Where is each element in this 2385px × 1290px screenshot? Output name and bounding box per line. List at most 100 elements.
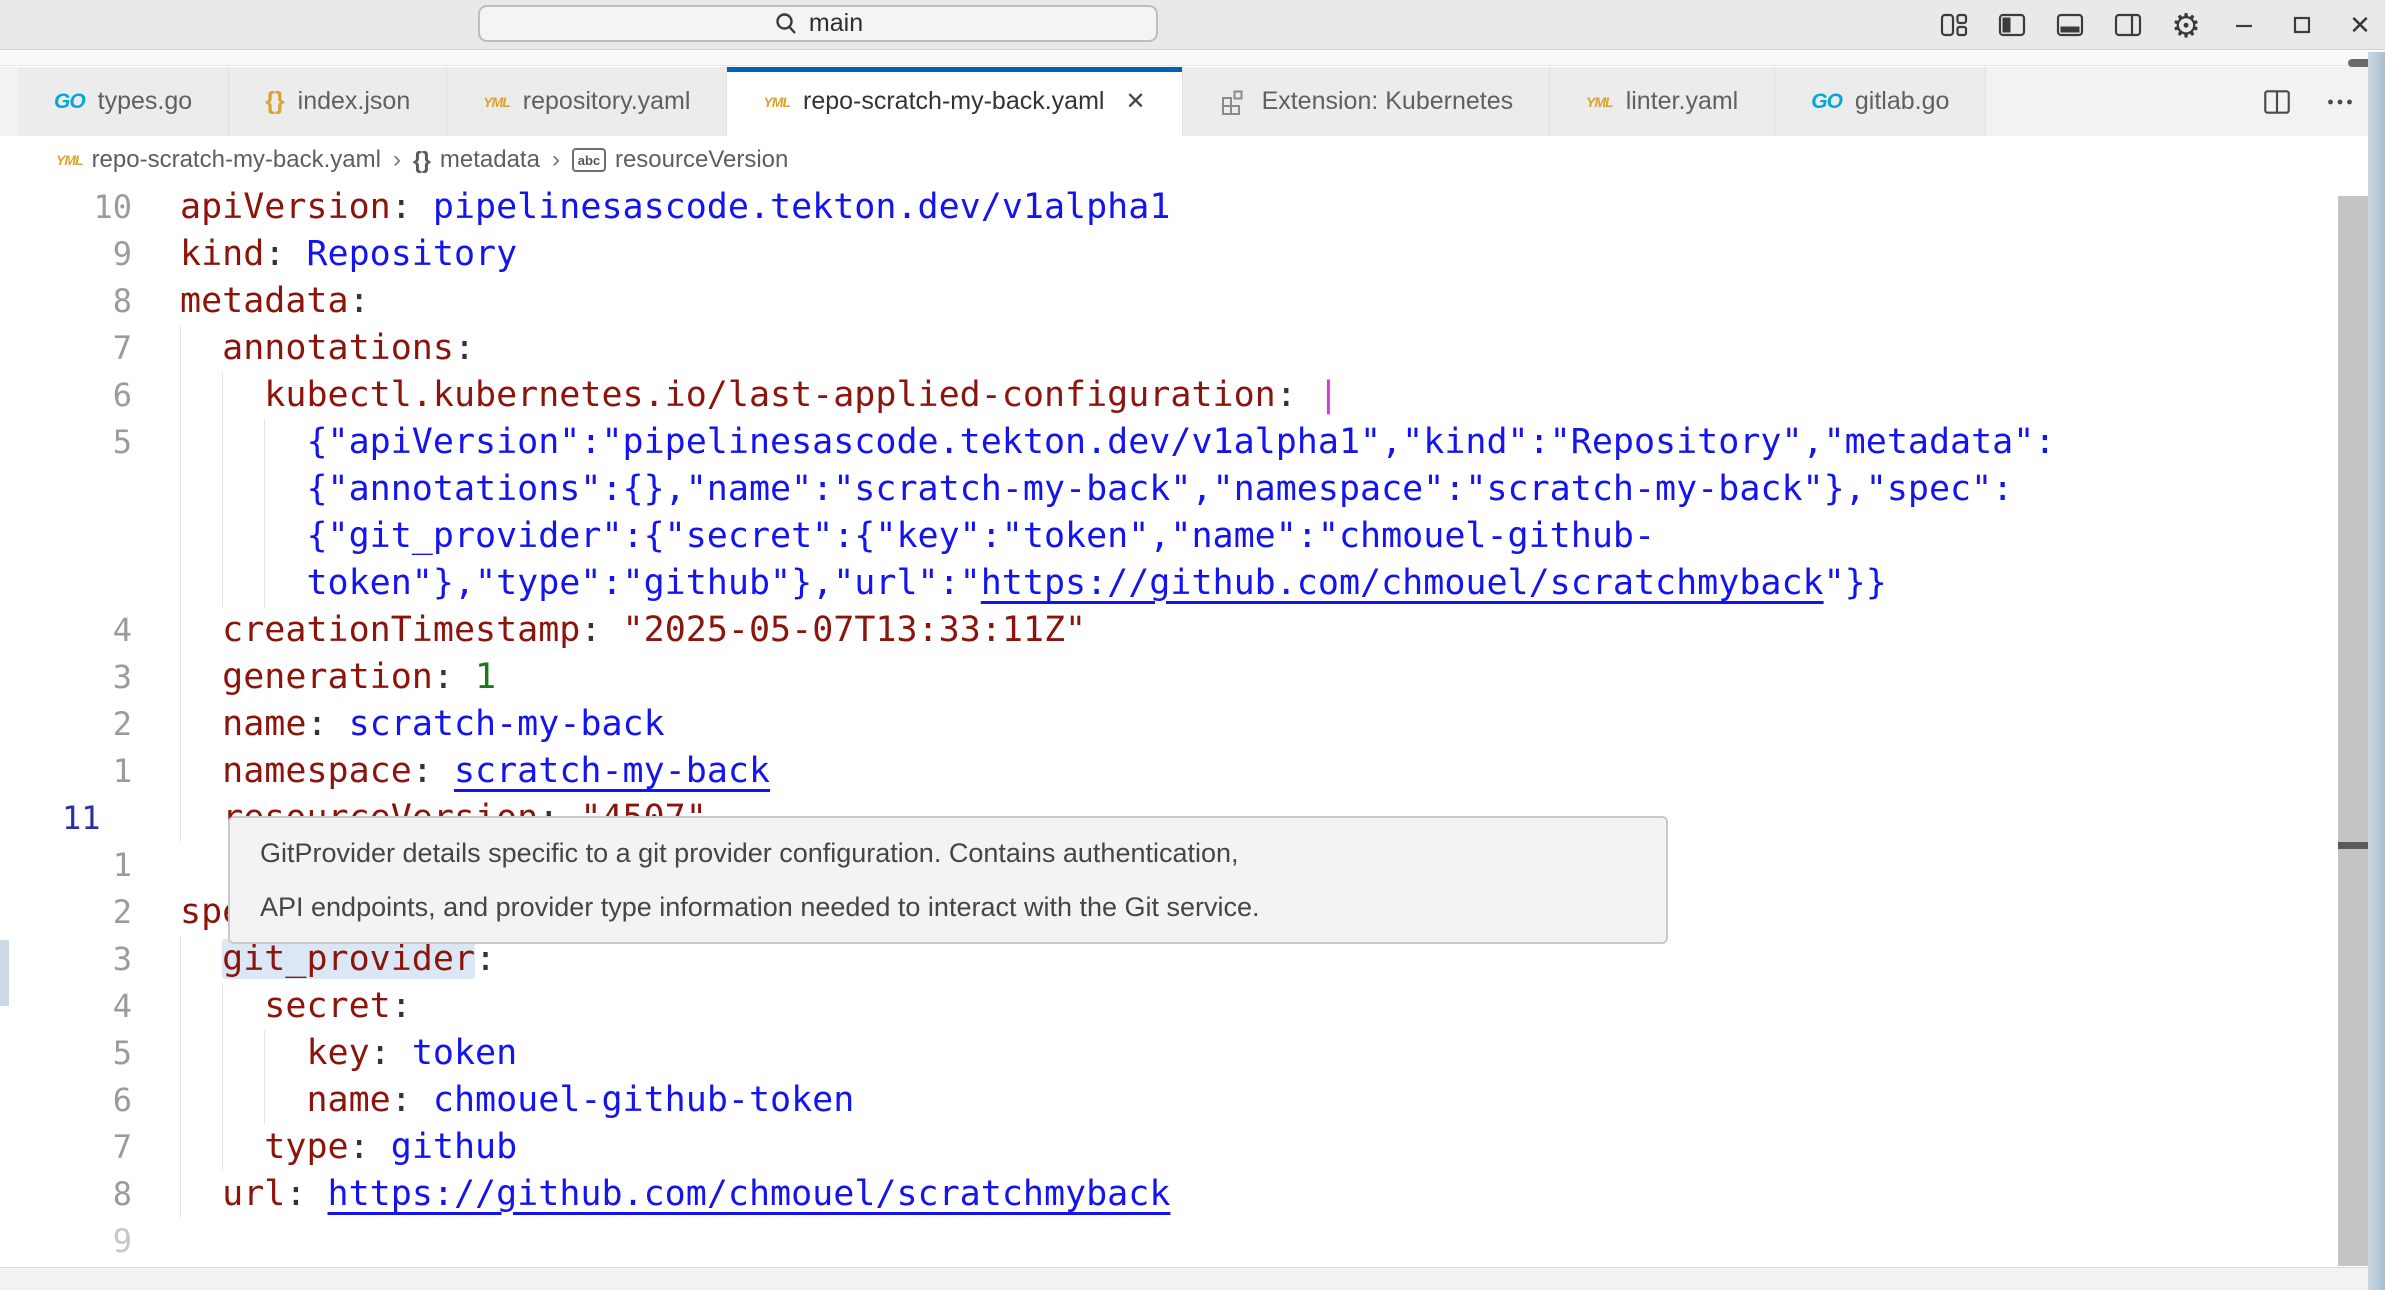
minimize-icon[interactable]	[2227, 5, 2261, 45]
code-line[interactable]: 2 name: scratch-my-back	[0, 701, 2330, 748]
indent-guide	[180, 983, 181, 1030]
code-text: metadata:	[180, 278, 2330, 325]
indent-guide	[180, 513, 181, 560]
line-number: 3	[0, 654, 132, 701]
code-line[interactable]: 7 annotations:	[0, 325, 2330, 372]
code-token: {"git_provider":{"secret":{"key":"token"…	[306, 516, 1655, 556]
more-actions-icon[interactable]	[2323, 87, 2357, 117]
string-symbol-icon: abc	[572, 148, 606, 172]
code-area[interactable]: GitProvider details specific to a git pr…	[0, 184, 2368, 1290]
code-token: pipelinesascode.tekton.dev/v1alpha1	[433, 187, 1171, 227]
indent-guide	[264, 560, 265, 607]
indent-guide	[180, 1124, 181, 1171]
code-token: :	[391, 187, 433, 227]
code-link[interactable]: https://github.com/chmouel/scratchmyback	[981, 563, 1824, 603]
code-line[interactable]: 4 creationTimestamp: "2025-05-07T13:33:1…	[0, 607, 2330, 654]
line-number: 6	[0, 1077, 132, 1124]
code-line[interactable]: {"annotations":{},"name":"scratch-my-bac…	[0, 466, 2330, 513]
line-number: 7	[0, 1124, 132, 1171]
maximize-icon[interactable]	[2285, 5, 2319, 45]
tab-label: repository.yaml	[523, 87, 691, 116]
code-token: git_provider	[222, 939, 475, 979]
code-line[interactable]: 1 namespace: scratch-my-back	[0, 748, 2330, 795]
tab-bar: GO types.go {} index.json YML repository.yaml…	[0, 67, 2385, 136]
indent-guide	[264, 1030, 265, 1077]
line-number: 1	[0, 748, 132, 795]
tab-label: index.json	[298, 87, 411, 116]
go-file-icon: GO	[54, 91, 85, 112]
editor-actions	[2261, 67, 2385, 136]
code-token: github	[391, 1127, 517, 1167]
tab-repo-scratch-my-back.yaml[interactable]: YMLrepo-scratch-my-back.yaml✕	[727, 67, 1182, 136]
code-line[interactable]: token"},"type":"github"},"url":"https://…	[0, 560, 2330, 607]
code-line[interactable]: 9	[0, 1218, 2330, 1265]
code-token	[180, 1174, 222, 1214]
code-text: creationTimestamp: "2025-05-07T13:33:11Z…	[180, 607, 2330, 654]
command-center-search[interactable]: main	[478, 5, 1158, 42]
code-line[interactable]: {"git_provider":{"secret":{"key":"token"…	[0, 513, 2330, 560]
code-link[interactable]: scratch-my-back	[454, 751, 770, 791]
code-line[interactable]: 3 generation: 1	[0, 654, 2330, 701]
customize-layout-icon[interactable]	[1937, 5, 1971, 45]
tab-label: types.go	[98, 87, 193, 116]
code-token: apiVersion	[180, 187, 391, 227]
indent-guide	[222, 419, 223, 466]
toggle-primary-sidebar-icon[interactable]	[1995, 5, 2029, 45]
hover-tooltip-line1: GitProvider details specific to a git pr…	[260, 826, 1636, 880]
breadcrumb-item[interactable]: YMLrepo-scratch-my-back.yaml	[56, 146, 381, 174]
code-line[interactable]: 9kind: Repository	[0, 231, 2330, 278]
titlebar-lower-band	[0, 51, 2385, 66]
code-line[interactable]: 6 name: chmouel-github-token	[0, 1077, 2330, 1124]
indent-guide	[180, 419, 181, 466]
breadcrumb-separator: ›	[552, 146, 560, 174]
indent-guide	[222, 1077, 223, 1124]
yaml-file-icon: YML	[483, 95, 510, 109]
window-controls: ⚙ ✕	[1937, 0, 2377, 50]
toggle-secondary-sidebar-icon[interactable]	[2111, 5, 2145, 45]
indent-guide	[222, 513, 223, 560]
json-file-icon: {}	[265, 89, 284, 114]
indent-guide	[180, 1030, 181, 1077]
code-line[interactable]: 6 kubectl.kubernetes.io/last-applied-con…	[0, 372, 2330, 419]
search-icon	[773, 11, 799, 37]
code-line[interactable]: 10apiVersion: pipelinesascode.tekton.dev…	[0, 184, 2330, 231]
code-line[interactable]: 4 secret:	[0, 983, 2330, 1030]
indent-guide	[180, 701, 181, 748]
breadcrumb-item[interactable]: {}metadata	[413, 146, 540, 174]
toggle-panel-icon[interactable]	[2053, 5, 2087, 45]
code-line[interactable]: 8metadata:	[0, 278, 2330, 325]
indent-guide	[180, 1077, 181, 1124]
code-line[interactable]: 5 key: token	[0, 1030, 2330, 1077]
code-token: metadata	[180, 281, 349, 321]
code-token: "2025-05-07T13:33:11Z"	[623, 610, 1087, 650]
code-line[interactable]: 8 url: https://github.com/chmouel/scratc…	[0, 1171, 2330, 1218]
code-line[interactable]: 7 type: github	[0, 1124, 2330, 1171]
code-token: 1	[475, 657, 496, 697]
tab-repository.yaml[interactable]: YML repository.yaml	[447, 67, 727, 136]
gear-icon[interactable]: ⚙	[2169, 5, 2203, 45]
tab-index.json[interactable]: {} index.json	[229, 67, 447, 136]
breadcrumb-item[interactable]: abcresourceVersion	[572, 146, 788, 174]
code-token: annotations	[222, 328, 454, 368]
code-token: kubectl.kubernetes.io/last-applied-confi…	[264, 375, 1275, 415]
line-number: 2	[0, 701, 132, 748]
tab-gitlab.go[interactable]: GOgitlab.go	[1775, 67, 1986, 136]
code-link[interactable]: https://github.com/chmouel/scratchmyback	[328, 1174, 1171, 1214]
code-line[interactable]: 5 {"apiVersion":"pipelinesascode.tekton.…	[0, 419, 2330, 466]
code-token: {"annotations":{},"name":"scratch-my-bac…	[306, 469, 2013, 509]
tab-close-icon[interactable]: ✕	[1125, 87, 1145, 116]
split-editor-icon[interactable]	[2261, 86, 2293, 118]
hover-tooltip: GitProvider details specific to a git pr…	[228, 816, 1668, 944]
indent-guide	[180, 372, 181, 419]
vertical-scrollbar-thumb[interactable]	[2338, 196, 2368, 1266]
line-number: 2	[0, 889, 132, 936]
code-token: :	[285, 1174, 327, 1214]
tab-types.go[interactable]: GO types.go	[18, 67, 229, 136]
close-icon[interactable]: ✕	[2343, 5, 2377, 45]
hover-tooltip-line2: API endpoints, and provider type informa…	[260, 880, 1636, 934]
code-token	[180, 328, 222, 368]
code-text: annotations:	[180, 325, 2330, 372]
tab-linter.yaml[interactable]: YMLlinter.yaml	[1550, 67, 1775, 136]
code-text: {"git_provider":{"secret":{"key":"token"…	[180, 513, 2330, 560]
tab-Extension: Kubernetes[interactable]: Extension: Kubernetes	[1183, 67, 1551, 136]
